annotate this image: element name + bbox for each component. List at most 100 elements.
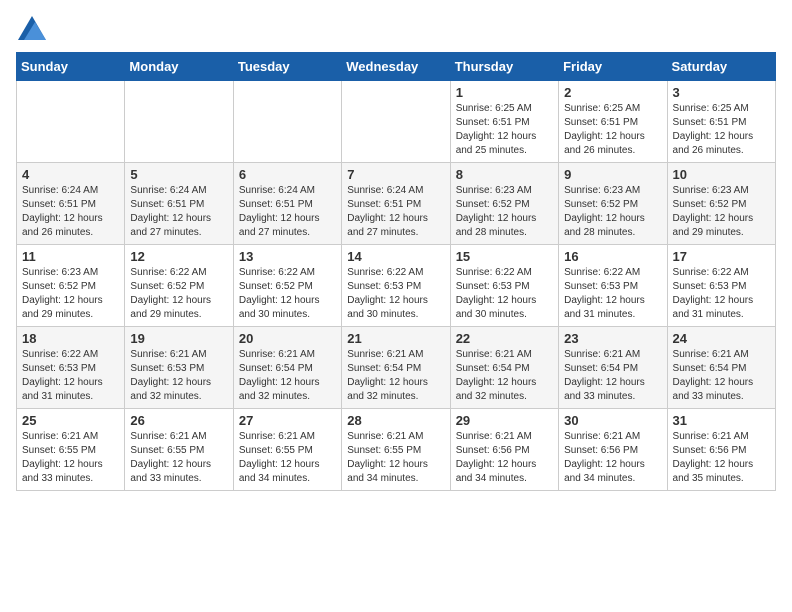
page-header <box>16 16 776 40</box>
day-number: 1 <box>456 85 553 100</box>
day-number: 15 <box>456 249 553 264</box>
calendar-cell: 6 Sunrise: 6:24 AM Sunset: 6:51 PM Daylig… <box>233 163 341 245</box>
calendar-cell: 8 Sunrise: 6:23 AM Sunset: 6:52 PM Daylig… <box>450 163 558 245</box>
calendar-cell: 29Sunrise: 6:21 AM Sunset: 6:56 PM Dayli… <box>450 409 558 491</box>
day-info: Sunrise: 6:21 AM Sunset: 6:56 PM Dayligh… <box>564 430 661 486</box>
day-number: 28 <box>347 413 444 428</box>
day-number: 25 <box>22 413 119 428</box>
day-info: Sunrise: 6:23 AM Sunset: 6:52 PM Dayligh… <box>673 184 770 240</box>
day-info: Sunrise: 6:23 AM Sunset: 6:52 PM Dayligh… <box>456 184 553 240</box>
calendar-week-2: 4 Sunrise: 6:24 AM Sunset: 6:51 PM Daylig… <box>17 163 776 245</box>
day-header-monday: Monday <box>125 53 233 81</box>
calendar-week-1: 1 Sunrise: 6:25 AM Sunset: 6:51 PM Daylig… <box>17 81 776 163</box>
day-number: 26 <box>130 413 227 428</box>
day-number: 19 <box>130 331 227 346</box>
day-info: Sunrise: 6:24 AM Sunset: 6:51 PM Dayligh… <box>239 184 336 240</box>
day-number: 4 <box>22 167 119 182</box>
day-number: 9 <box>564 167 661 182</box>
calendar-cell <box>342 81 450 163</box>
calendar-cell: 3Sunrise: 6:25 AM Sunset: 6:51 PM Daylig… <box>667 81 775 163</box>
day-number: 12 <box>130 249 227 264</box>
calendar-cell: 24 Sunrise: 6:21 AM Sunset: 6:54 PM Dayli… <box>667 327 775 409</box>
day-info: Sunrise: 6:23 AM Sunset: 6:52 PM Dayligh… <box>564 184 661 240</box>
day-info: Sunrise: 6:21 AM Sunset: 6:53 PM Dayligh… <box>130 348 227 404</box>
calendar-cell: 15 Sunrise: 6:22 AM Sunset: 6:53 PM Dayli… <box>450 245 558 327</box>
day-header-saturday: Saturday <box>667 53 775 81</box>
day-number: 30 <box>564 413 661 428</box>
day-info: Sunrise: 6:22 AM Sunset: 6:53 PM Dayligh… <box>673 266 770 322</box>
calendar-cell: 14Sunrise: 6:22 AM Sunset: 6:53 PM Dayli… <box>342 245 450 327</box>
calendar-week-4: 18Sunrise: 6:22 AM Sunset: 6:53 PM Dayli… <box>17 327 776 409</box>
day-info: Sunrise: 6:24 AM Sunset: 6:51 PM Dayligh… <box>347 184 444 240</box>
day-info: Sunrise: 6:21 AM Sunset: 6:54 PM Dayligh… <box>347 348 444 404</box>
calendar-cell: 13Sunrise: 6:22 AM Sunset: 6:52 PM Dayli… <box>233 245 341 327</box>
day-number: 5 <box>130 167 227 182</box>
calendar-cell: 7 Sunrise: 6:24 AM Sunset: 6:51 PM Daylig… <box>342 163 450 245</box>
calendar-cell: 31Sunrise: 6:21 AM Sunset: 6:56 PM Dayli… <box>667 409 775 491</box>
day-info: Sunrise: 6:21 AM Sunset: 6:54 PM Dayligh… <box>564 348 661 404</box>
calendar-cell <box>17 81 125 163</box>
calendar-cell: 19 Sunrise: 6:21 AM Sunset: 6:53 PM Dayli… <box>125 327 233 409</box>
day-number: 11 <box>22 249 119 264</box>
day-number: 21 <box>347 331 444 346</box>
day-info: Sunrise: 6:21 AM Sunset: 6:56 PM Dayligh… <box>673 430 770 486</box>
day-header-thursday: Thursday <box>450 53 558 81</box>
calendar-cell: 16Sunrise: 6:22 AM Sunset: 6:53 PM Dayli… <box>559 245 667 327</box>
day-header-tuesday: Tuesday <box>233 53 341 81</box>
day-number: 22 <box>456 331 553 346</box>
day-info: Sunrise: 6:22 AM Sunset: 6:52 PM Dayligh… <box>130 266 227 322</box>
calendar-cell: 10 Sunrise: 6:23 AM Sunset: 6:52 PM Dayli… <box>667 163 775 245</box>
calendar-cell: 2 Sunrise: 6:25 AM Sunset: 6:51 PM Daylig… <box>559 81 667 163</box>
day-header-sunday: Sunday <box>17 53 125 81</box>
day-info: Sunrise: 6:22 AM Sunset: 6:53 PM Dayligh… <box>456 266 553 322</box>
day-number: 8 <box>456 167 553 182</box>
calendar-cell: 4 Sunrise: 6:24 AM Sunset: 6:51 PM Daylig… <box>17 163 125 245</box>
calendar-cell: 26 Sunrise: 6:21 AM Sunset: 6:55 PM Dayli… <box>125 409 233 491</box>
calendar-cell: 20 Sunrise: 6:21 AM Sunset: 6:54 PM Dayli… <box>233 327 341 409</box>
day-info: Sunrise: 6:23 AM Sunset: 6:52 PM Dayligh… <box>22 266 119 322</box>
calendar-week-3: 11 Sunrise: 6:23 AM Sunset: 6:52 PM Dayli… <box>17 245 776 327</box>
calendar-cell: 28 Sunrise: 6:21 AM Sunset: 6:55 PM Dayli… <box>342 409 450 491</box>
day-info: Sunrise: 6:25 AM Sunset: 6:51 PM Dayligh… <box>564 102 661 158</box>
calendar-cell: 23Sunrise: 6:21 AM Sunset: 6:54 PM Dayli… <box>559 327 667 409</box>
calendar-cell: 11 Sunrise: 6:23 AM Sunset: 6:52 PM Dayli… <box>17 245 125 327</box>
logo-icon <box>18 16 46 40</box>
day-info: Sunrise: 6:21 AM Sunset: 6:55 PM Dayligh… <box>130 430 227 486</box>
calendar-table: SundayMondayTuesdayWednesdayThursdayFrid… <box>16 52 776 491</box>
day-header-friday: Friday <box>559 53 667 81</box>
calendar-cell: 22Sunrise: 6:21 AM Sunset: 6:54 PM Dayli… <box>450 327 558 409</box>
day-info: Sunrise: 6:22 AM Sunset: 6:52 PM Dayligh… <box>239 266 336 322</box>
day-info: Sunrise: 6:21 AM Sunset: 6:54 PM Dayligh… <box>673 348 770 404</box>
day-info: Sunrise: 6:21 AM Sunset: 6:55 PM Dayligh… <box>22 430 119 486</box>
day-number: 17 <box>673 249 770 264</box>
day-info: Sunrise: 6:21 AM Sunset: 6:55 PM Dayligh… <box>239 430 336 486</box>
day-number: 3 <box>673 85 770 100</box>
day-number: 29 <box>456 413 553 428</box>
calendar-cell <box>233 81 341 163</box>
day-info: Sunrise: 6:24 AM Sunset: 6:51 PM Dayligh… <box>22 184 119 240</box>
day-info: Sunrise: 6:22 AM Sunset: 6:53 PM Dayligh… <box>564 266 661 322</box>
day-number: 2 <box>564 85 661 100</box>
calendar-cell: 17 Sunrise: 6:22 AM Sunset: 6:53 PM Dayli… <box>667 245 775 327</box>
calendar-cell: 9 Sunrise: 6:23 AM Sunset: 6:52 PM Daylig… <box>559 163 667 245</box>
calendar-cell: 12 Sunrise: 6:22 AM Sunset: 6:52 PM Dayli… <box>125 245 233 327</box>
logo <box>16 16 46 40</box>
day-info: Sunrise: 6:21 AM Sunset: 6:54 PM Dayligh… <box>239 348 336 404</box>
day-number: 10 <box>673 167 770 182</box>
day-number: 20 <box>239 331 336 346</box>
day-info: Sunrise: 6:22 AM Sunset: 6:53 PM Dayligh… <box>347 266 444 322</box>
calendar-week-5: 25 Sunrise: 6:21 AM Sunset: 6:55 PM Dayli… <box>17 409 776 491</box>
day-info: Sunrise: 6:21 AM Sunset: 6:55 PM Dayligh… <box>347 430 444 486</box>
calendar-header-row: SundayMondayTuesdayWednesdayThursdayFrid… <box>17 53 776 81</box>
day-number: 24 <box>673 331 770 346</box>
day-number: 6 <box>239 167 336 182</box>
calendar-cell: 25 Sunrise: 6:21 AM Sunset: 6:55 PM Dayli… <box>17 409 125 491</box>
day-header-wednesday: Wednesday <box>342 53 450 81</box>
day-info: Sunrise: 6:25 AM Sunset: 6:51 PM Dayligh… <box>456 102 553 158</box>
calendar-cell: 21 Sunrise: 6:21 AM Sunset: 6:54 PM Dayli… <box>342 327 450 409</box>
day-info: Sunrise: 6:24 AM Sunset: 6:51 PM Dayligh… <box>130 184 227 240</box>
day-number: 7 <box>347 167 444 182</box>
calendar-cell <box>125 81 233 163</box>
day-info: Sunrise: 6:22 AM Sunset: 6:53 PM Dayligh… <box>22 348 119 404</box>
calendar-cell: 27Sunrise: 6:21 AM Sunset: 6:55 PM Dayli… <box>233 409 341 491</box>
